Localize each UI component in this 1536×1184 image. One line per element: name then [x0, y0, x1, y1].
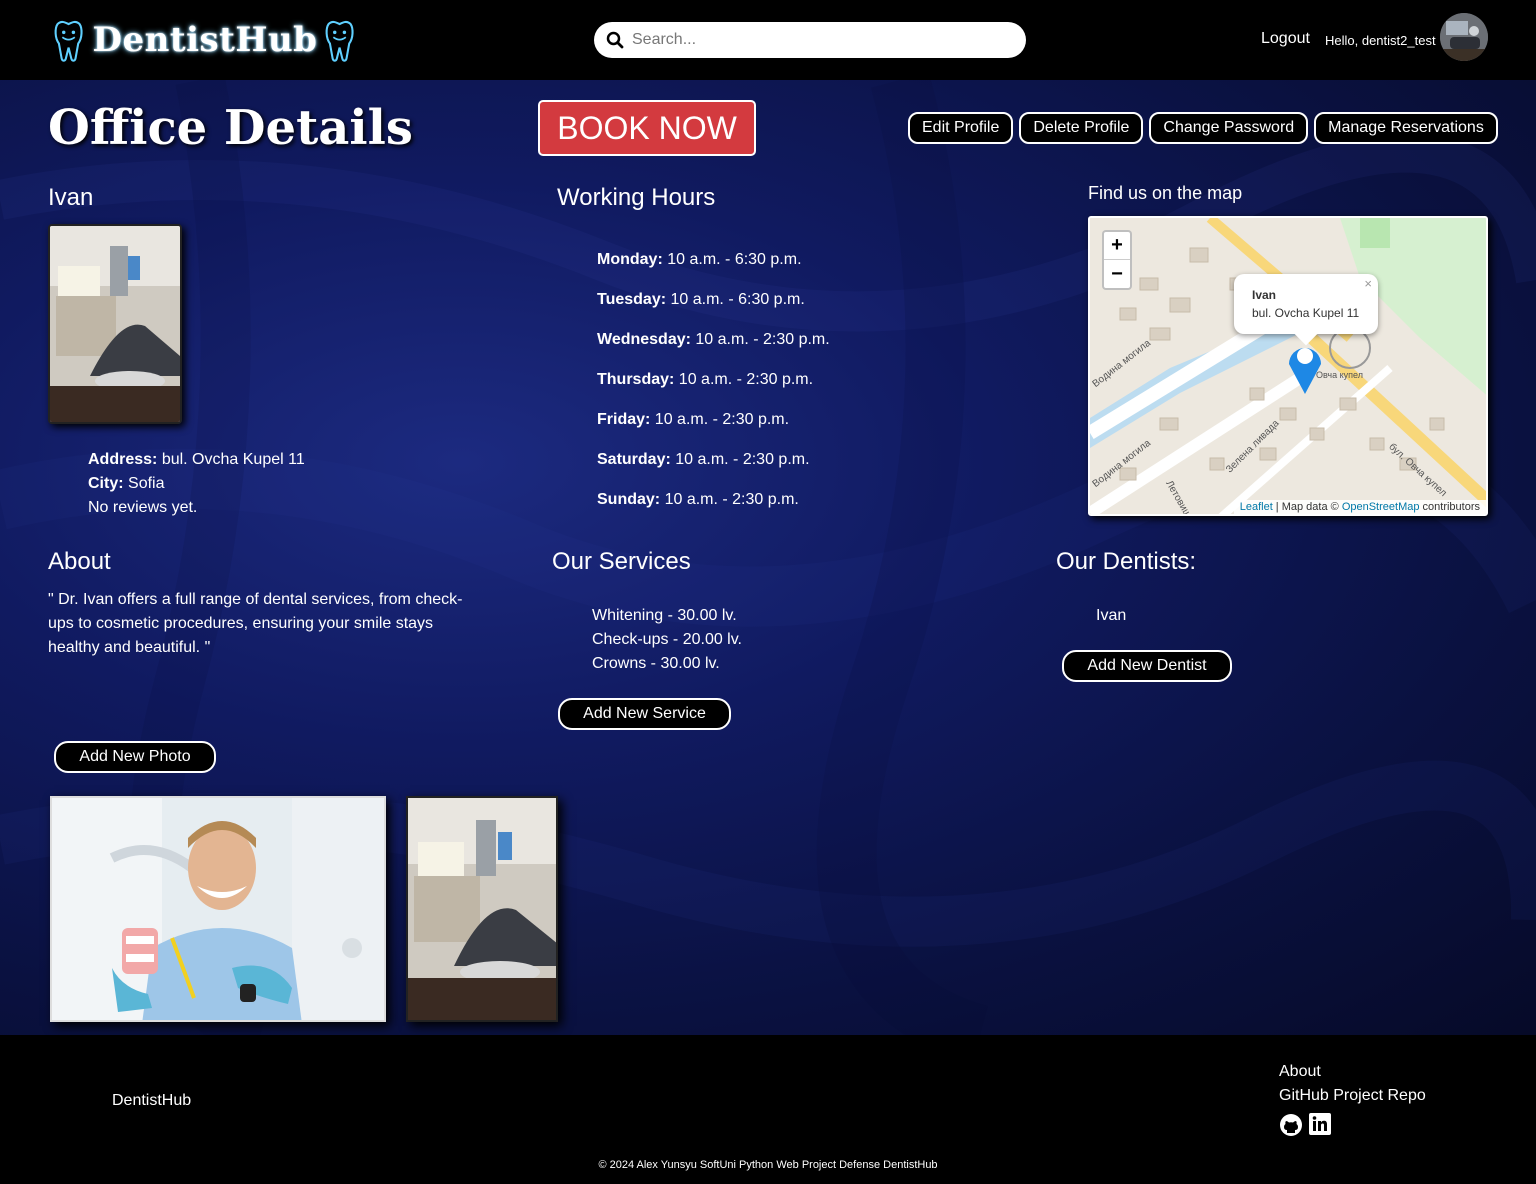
profile-actions: Edit Profile Delete Profile Change Passw… [908, 112, 1498, 144]
office-info: Address: bul. Ovcha Kupel 11 City: Sofia… [88, 448, 305, 520]
main-content: Office Details BOOK NOW Edit Profile Del… [0, 80, 1536, 1035]
hours-value: 10 a.m. - 6:30 p.m. [670, 291, 805, 308]
hours-value: 10 a.m. - 2:30 p.m. [654, 411, 790, 428]
day-label: Sunday: [597, 491, 661, 508]
copyright: © 2024 Alex Yunsyu SoftUni Python Web Pr… [598, 1159, 938, 1171]
day-label: Wednesday: [597, 331, 691, 348]
map-title: Find us on the map [1088, 183, 1243, 203]
dentist-item[interactable]: Ivan [1096, 604, 1126, 628]
navbar: DentistHub Logout Hello, dentist2_test [0, 0, 1536, 80]
close-icon[interactable]: × [1364, 276, 1372, 291]
hours-value: 10 a.m. - 2:30 p.m. [695, 331, 830, 348]
hours-row-tuesday: Tuesday: 10 a.m. - 6:30 p.m. [597, 288, 830, 328]
search-icon [606, 31, 624, 49]
day-label: Thursday: [597, 371, 675, 388]
day-label: Saturday: [597, 451, 671, 468]
hours-value: 10 a.m. - 2:30 p.m. [664, 491, 799, 508]
delete-profile-button[interactable]: Delete Profile [1019, 112, 1144, 144]
add-service-button[interactable]: Add New Service [558, 698, 731, 730]
office-photo [48, 224, 182, 424]
hours-value: 10 a.m. - 2:30 p.m. [678, 371, 814, 388]
about-text: " Dr. Ivan offers a full range of dental… [48, 591, 463, 656]
working-hours-title: Working Hours [557, 184, 716, 211]
add-photo-button[interactable]: Add New Photo [54, 741, 216, 773]
office-name: Ivan [48, 184, 94, 211]
edit-profile-button[interactable]: Edit Profile [908, 112, 1014, 144]
service-item: Crowns - 30.00 lv. [592, 655, 720, 672]
footer-brand: DentistHub [112, 1092, 192, 1109]
search-input[interactable] [632, 31, 1012, 49]
day-label: Monday: [597, 251, 663, 268]
hours-row-saturday: Saturday: 10 a.m. - 2:30 p.m. [597, 448, 830, 488]
service-item: Check-ups - 20.00 lv. [592, 631, 742, 648]
about-title: About [48, 548, 111, 575]
attribution-text: | Map data © [1272, 501, 1342, 513]
services-list: Whitening - 30.00 lv. Check-ups - 20.00 … [592, 604, 742, 676]
popup-address: bul. Ovcha Kupel 11 [1252, 306, 1360, 320]
hours-row-wednesday: Wednesday: 10 a.m. - 2:30 p.m. [597, 328, 830, 368]
popup-name: Ivan [1252, 288, 1277, 302]
address-label: Address: [88, 451, 158, 468]
hours-value: 10 a.m. - 2:30 p.m. [675, 451, 810, 468]
zoom-in-button[interactable]: + [1104, 232, 1130, 260]
working-hours-list: Monday: 10 a.m. - 6:30 p.m. Tuesday: 10 … [597, 248, 830, 528]
map-popup: Ivan bul. Ovcha Kupel 11 × [1234, 274, 1378, 346]
social-icons [1279, 1113, 1331, 1137]
page-title: Office Details [48, 100, 413, 156]
hours-row-thursday: Thursday: 10 a.m. - 2:30 p.m. [597, 368, 830, 408]
hours-row-monday: Monday: 10 a.m. - 6:30 p.m. [597, 248, 830, 288]
github-icon[interactable] [1279, 1113, 1303, 1137]
zoom-out-button[interactable]: − [1104, 260, 1130, 288]
tooth-logo-icon [326, 20, 355, 62]
osm-link[interactable]: OpenStreetMap [1342, 501, 1420, 513]
footer-about-link[interactable]: About [1279, 1060, 1426, 1084]
service-item: Whitening - 30.00 lv. [592, 607, 737, 624]
brand-name: DentistHub [92, 20, 318, 60]
footer-repo-link[interactable]: GitHub Project Repo [1279, 1084, 1426, 1108]
city-label: City: [88, 475, 124, 492]
map[interactable]: Вoдина могила Вoдина могила Зелена ливад… [1088, 216, 1488, 516]
add-dentist-button[interactable]: Add New Dentist [1062, 650, 1232, 682]
book-now-button[interactable]: BOOK NOW [538, 100, 756, 156]
change-password-button[interactable]: Change Password [1149, 112, 1309, 144]
zoom-control: + − [1102, 230, 1132, 290]
avatar[interactable] [1440, 13, 1488, 61]
dentists-title: Our Dentists: [1056, 548, 1197, 575]
day-label: Tuesday: [597, 291, 667, 308]
logo[interactable]: DentistHub [52, 6, 358, 74]
footer-links: About GitHub Project Repo [1279, 1060, 1426, 1108]
hours-value: 10 a.m. - 6:30 p.m. [667, 251, 802, 268]
address-value: bul. Ovcha Kupel 11 [161, 451, 305, 468]
logout-link[interactable]: Logout [1261, 30, 1310, 48]
hours-row-friday: Friday: 10 a.m. - 2:30 p.m. [597, 408, 830, 448]
hours-row-sunday: Sunday: 10 a.m. - 2:30 p.m. [597, 488, 830, 528]
search-bar[interactable] [594, 22, 1026, 58]
user-greeting: Hello, dentist2_test [1325, 33, 1436, 48]
map-attribution: Leaflet | Map data © OpenStreetMap contr… [1233, 500, 1486, 514]
linkedin-icon[interactable] [1309, 1113, 1331, 1135]
reviews-text: No reviews yet. [88, 499, 198, 516]
services-title: Our Services [552, 548, 691, 575]
tooth-logo-icon [54, 20, 83, 62]
city-value: Sofia [128, 475, 165, 492]
leaflet-link[interactable]: Leaflet [1240, 501, 1273, 513]
day-label: Friday: [597, 411, 651, 428]
attribution-text: contributors [1419, 501, 1480, 513]
gallery-photo[interactable] [406, 796, 558, 1022]
footer: DentistHub About GitHub Project Repo © 2… [0, 1035, 1536, 1184]
gallery-photo[interactable] [50, 796, 386, 1022]
manage-reservations-button[interactable]: Manage Reservations [1314, 112, 1498, 144]
